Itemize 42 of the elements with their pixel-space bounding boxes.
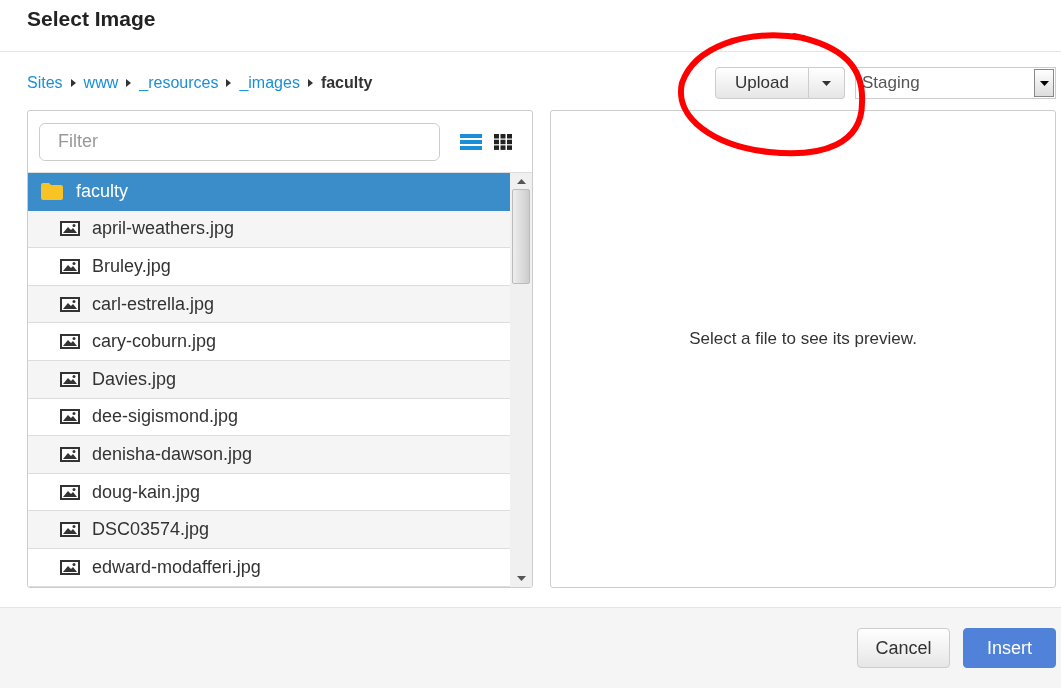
chevron-icon — [226, 79, 232, 87]
chevron-icon — [307, 79, 313, 87]
file-list-item[interactable]: DSC03574.jpg — [28, 511, 510, 549]
scrollbar[interactable] — [510, 173, 532, 587]
image-icon — [60, 259, 80, 274]
caret-icon — [1039, 80, 1049, 86]
insert-button[interactable]: Insert — [963, 628, 1056, 668]
breadcrumb-link[interactable]: _images — [239, 74, 300, 92]
scroll-thumb[interactable] — [512, 189, 530, 284]
breadcrumb-link[interactable]: _resources — [139, 74, 219, 92]
image-icon — [60, 446, 80, 462]
filter-field[interactable]: Filter — [39, 122, 440, 161]
upload-button[interactable]: Upload — [715, 67, 809, 99]
caret-icon — [822, 80, 831, 86]
image-icon — [60, 296, 80, 312]
chevron-icon — [126, 79, 132, 87]
upload-menu-button[interactable] — [809, 67, 845, 99]
image-icon — [60, 409, 80, 425]
image-icon — [60, 371, 80, 387]
image-icon — [60, 334, 80, 350]
list-view-icon[interactable] — [460, 132, 482, 151]
preview-message: Select a file to see its preview. — [689, 329, 917, 349]
image-icon — [60, 522, 80, 538]
breadcrumb-link[interactable]: Sites — [27, 74, 63, 92]
image-icon — [60, 221, 80, 237]
breadcrumb-current: faculty — [320, 74, 373, 92]
chevron-icon — [70, 79, 76, 87]
file-list-item[interactable]: denisha-dawson.jpg — [28, 436, 510, 474]
image-icon — [60, 559, 80, 575]
breadcrumb-link[interactable]: www — [83, 74, 119, 92]
file-list-item[interactable]: faculty — [28, 173, 510, 211]
scroll-up-icon[interactable] — [516, 179, 526, 184]
dialog-title: Select Image — [27, 6, 156, 31]
scroll-down-icon[interactable] — [516, 576, 526, 581]
file-list-item[interactable]: april-weathers.jpg — [28, 210, 510, 249]
file-list-item[interactable]: Davies.jpg — [28, 360, 510, 399]
image-icon — [60, 484, 80, 500]
environment-select[interactable]: Staging — [855, 67, 1056, 99]
folder-icon — [40, 181, 64, 202]
file-list-item[interactable]: carl-estrella.jpg — [28, 285, 510, 324]
grid-view-icon[interactable] — [492, 132, 514, 151]
cancel-button[interactable]: Cancel — [857, 628, 950, 668]
